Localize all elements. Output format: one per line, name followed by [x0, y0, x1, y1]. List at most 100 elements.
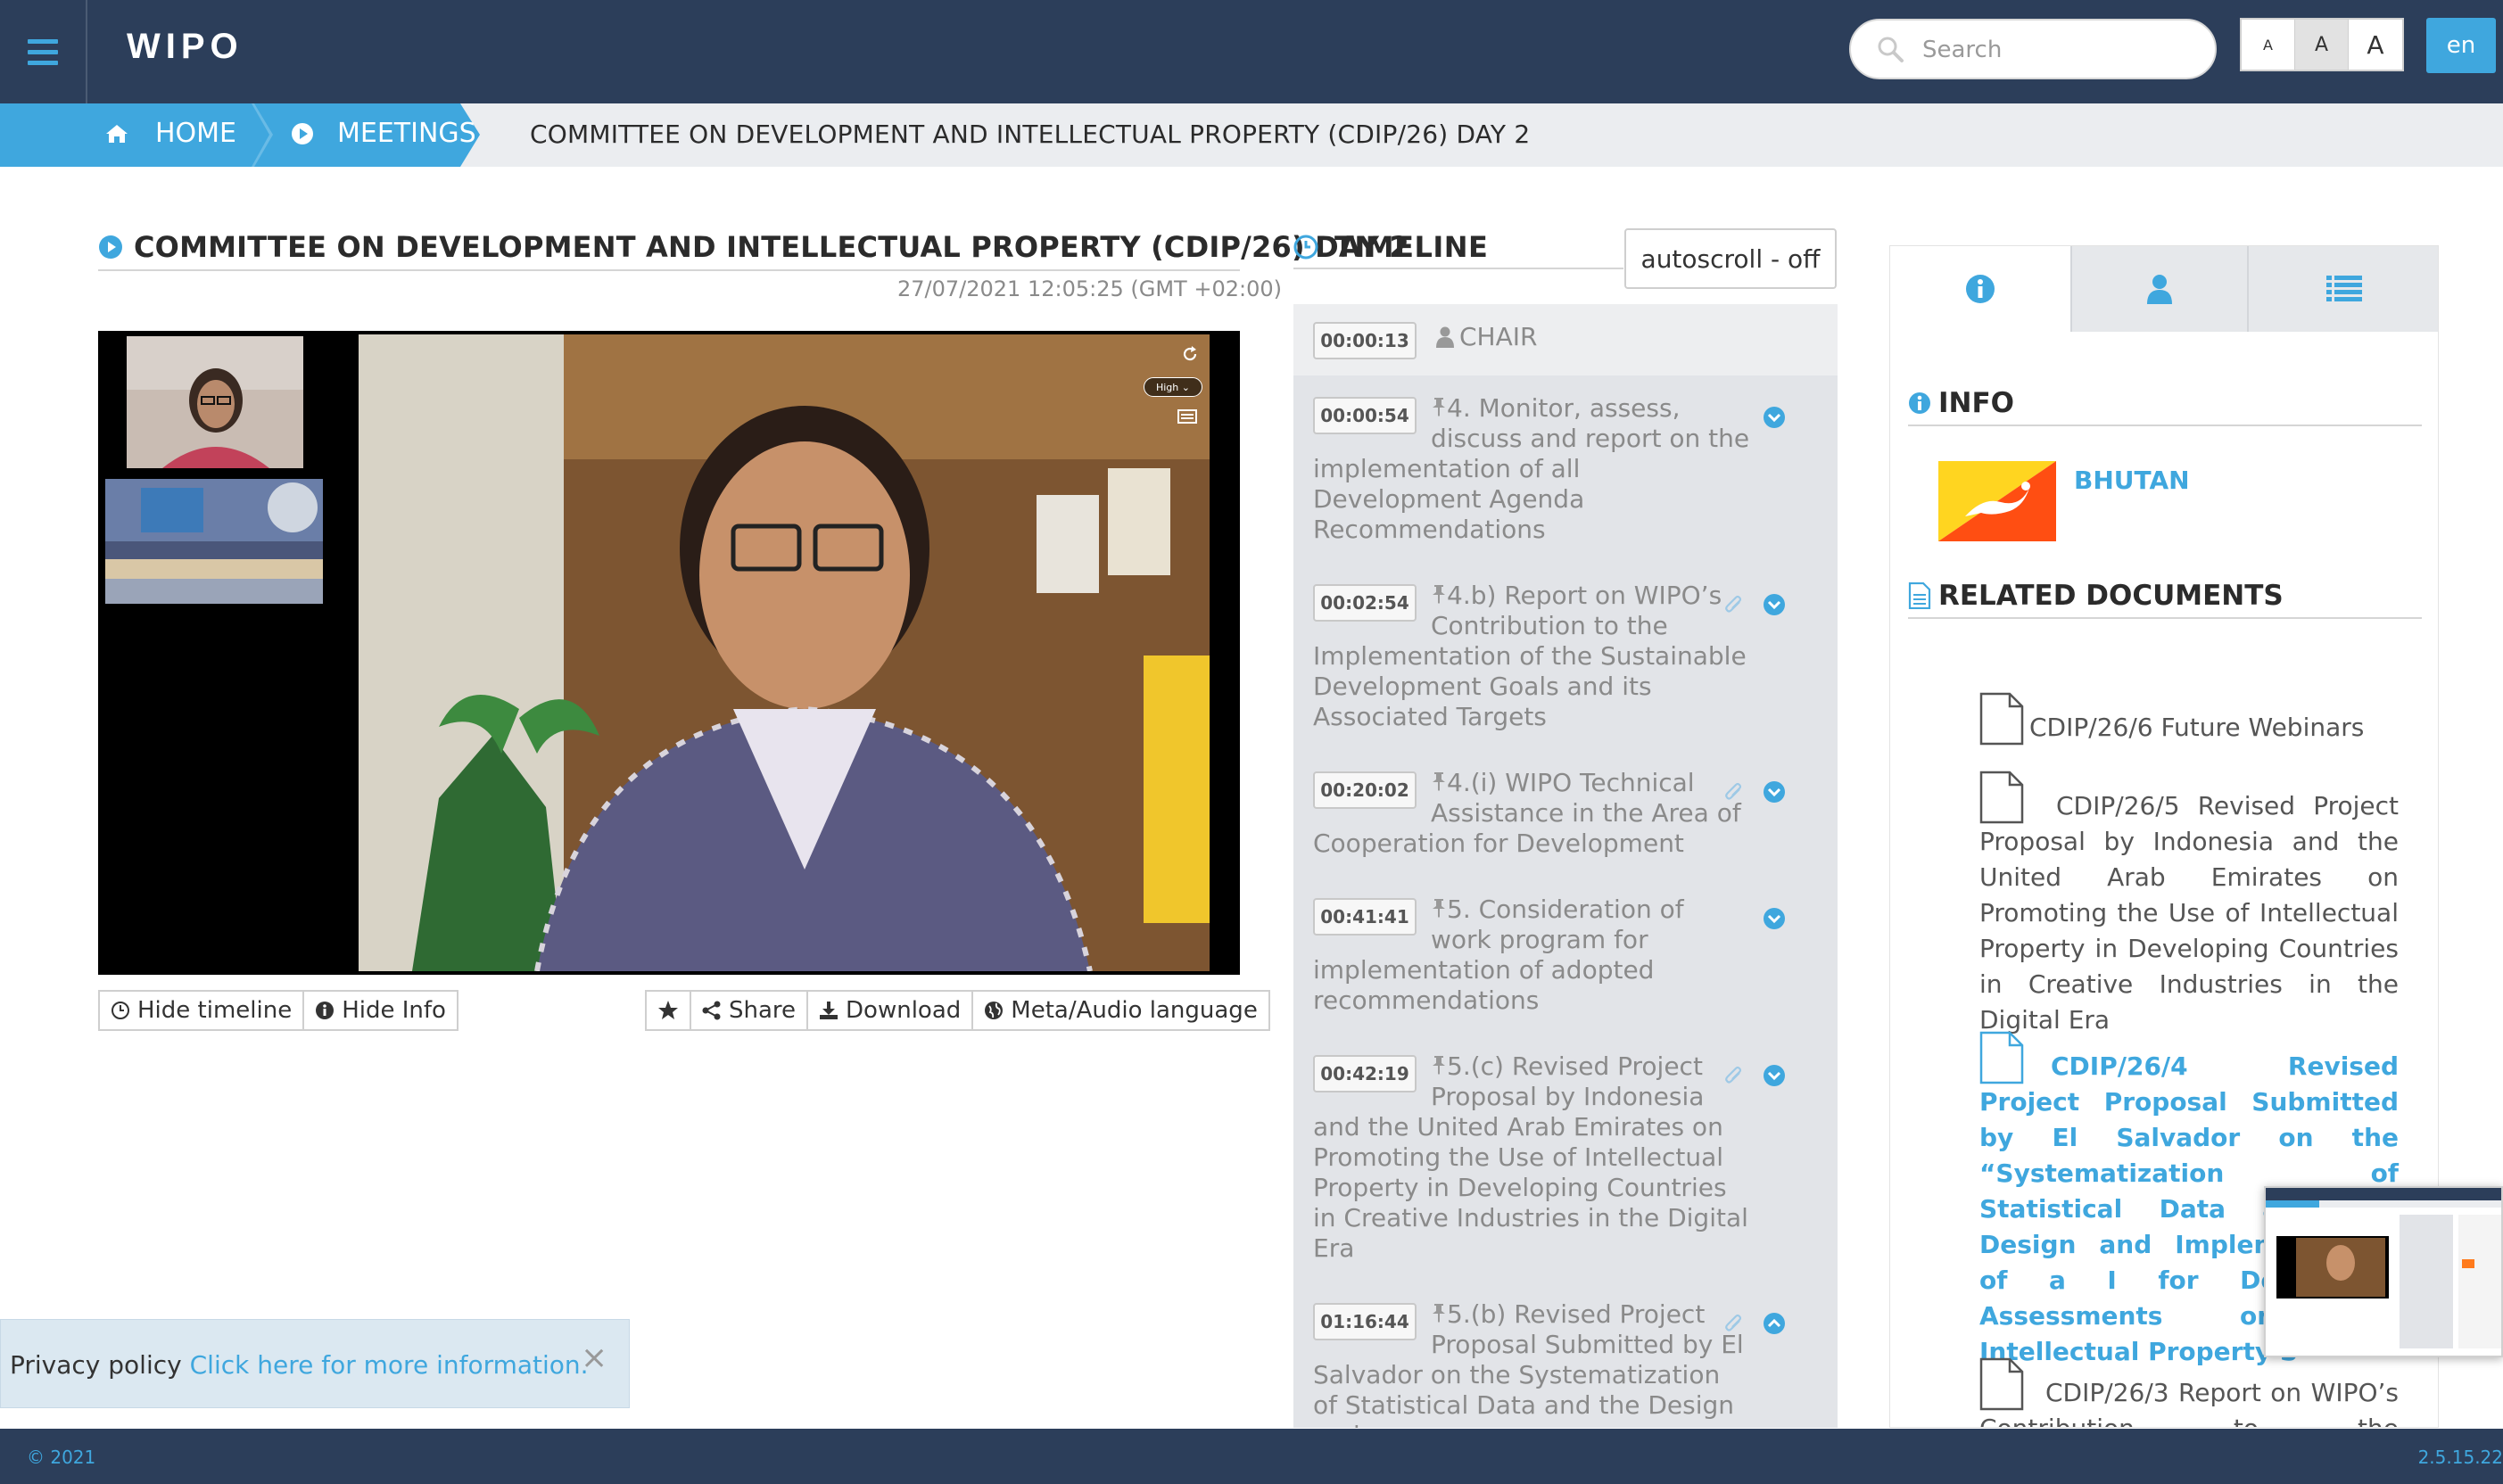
- refresh-icon[interactable]: [1181, 345, 1199, 363]
- related-document[interactable]: CDIP/26/6 Future Webinars: [1979, 692, 2399, 746]
- pin-icon: [1433, 1304, 1445, 1323]
- agenda-item-title: 4. Monitor, assess,: [1447, 393, 1681, 423]
- info-heading: INFO: [1908, 387, 2014, 419]
- info-icon: [1909, 392, 1930, 414]
- language-button[interactable]: en: [2426, 18, 2496, 73]
- agenda-item-title-rest: Assistance in the Area of Cooperation fo…: [1313, 798, 1741, 858]
- hide-info-button[interactable]: Hide Info: [304, 992, 457, 1029]
- close-icon[interactable]: ×: [581, 1340, 607, 1376]
- privacy-link[interactable]: Click here for more information.: [190, 1350, 589, 1380]
- chevron-down-icon[interactable]: [1763, 907, 1786, 930]
- top-bar: WIPO A A A en: [0, 0, 2503, 103]
- breadcrumb-meetings-label: MEETINGS: [337, 118, 476, 149]
- agenda-item-title: 5.(c) Revised Project: [1447, 1051, 1703, 1081]
- timeline-chair-row[interactable]: 00:00:13 CHAIR: [1293, 304, 1838, 375]
- speaker-role: CHAIR: [1459, 322, 1538, 351]
- player-controls: High ⌄: [1140, 342, 1202, 431]
- screenshot-preview-thumbnail[interactable]: [2264, 1186, 2503, 1357]
- footer: © 2021 2.5.15.22: [0, 1429, 2503, 1484]
- timeline-header: TIMELINE: [1293, 230, 1488, 264]
- conference-room-image: [105, 479, 323, 604]
- chevron-down-icon[interactable]: [1763, 1064, 1786, 1087]
- hide-timeline-button[interactable]: Hide timeline: [100, 992, 305, 1029]
- timeline-title: TIMELINE: [1334, 230, 1489, 264]
- paperclip-icon[interactable]: [1723, 1064, 1745, 1087]
- font-medium-button[interactable]: A: [2295, 20, 2349, 70]
- tab-agenda-list[interactable]: [2249, 246, 2438, 332]
- video-actions-group: Share Download Meta/Audio language: [645, 990, 1270, 1031]
- autoscroll-toggle[interactable]: autoscroll - off: [1624, 228, 1837, 289]
- star-icon: [658, 1001, 678, 1019]
- copyright: © 2021: [27, 1447, 96, 1468]
- timestamp-badge[interactable]: 00:00:13: [1313, 322, 1417, 359]
- conference-room-thumbnail[interactable]: [105, 479, 323, 604]
- breadcrumb-current: COMMITTEE ON DEVELOPMENT AND INTELLECTUA…: [530, 120, 1531, 149]
- file-icon: [1979, 771, 2024, 824]
- agenda-item-title: 4.b) Report on WIPO’s: [1447, 581, 1722, 610]
- agenda-item-title-rest: Contribution to the Implementation of th…: [1313, 611, 1747, 731]
- home-icon: [106, 124, 128, 143]
- pin-icon: [1433, 1056, 1445, 1075]
- privacy-banner: Privacy policy Click here for more infor…: [0, 1319, 630, 1408]
- breadcrumb-home[interactable]: HOME: [105, 118, 236, 149]
- document-title: CDIP/26/5 Revised Project Proposal by In…: [1979, 791, 2399, 1035]
- pin-icon: [1433, 899, 1445, 918]
- view-toggle-group: Hide timeline Hide Info: [98, 990, 458, 1031]
- clock-icon: [112, 1002, 129, 1019]
- video-player[interactable]: High ⌄: [98, 331, 1240, 975]
- clock-icon: [1293, 235, 1318, 260]
- user-icon: [1436, 326, 1454, 348]
- menu-icon[interactable]: [0, 0, 87, 103]
- wipo-logo[interactable]: WIPO: [127, 27, 244, 67]
- privacy-label: Privacy policy: [10, 1350, 182, 1380]
- breadcrumb-home-label: HOME: [155, 118, 237, 149]
- chevron-down-icon[interactable]: [1763, 406, 1786, 429]
- divider: [98, 269, 1240, 271]
- agenda-item-title-rest: Proposal Submitted by El Salvador on the…: [1313, 1330, 1744, 1428]
- download-icon: [820, 1002, 838, 1019]
- font-large-button[interactable]: A: [2349, 20, 2402, 70]
- pin-icon: [1433, 772, 1445, 791]
- breadcrumb: HOME MEETINGS COMMITTEE ON DEVELOPMENT A…: [0, 103, 2503, 167]
- info-icon: [316, 1002, 335, 1019]
- divider: [1908, 425, 2422, 426]
- chevron-up-icon[interactable]: [1763, 1312, 1786, 1335]
- timeline-list[interactable]: 00:00:13 CHAIR 00:00:54 4. Monitor, asse…: [1293, 304, 1838, 1428]
- info-icon: [1966, 275, 1995, 303]
- search-input[interactable]: [1922, 29, 2199, 70]
- paperclip-icon[interactable]: [1723, 593, 1745, 616]
- search-icon: [1878, 37, 1904, 62]
- tab-speakers[interactable]: [2072, 246, 2249, 332]
- breadcrumb-meetings[interactable]: MEETINGS: [291, 118, 476, 149]
- favorite-button[interactable]: [647, 992, 691, 1029]
- search-box[interactable]: [1849, 19, 2217, 79]
- related-document[interactable]: CDIP/26/5 Revised Project Proposal by In…: [1979, 771, 2399, 1038]
- captions-icon[interactable]: [1177, 409, 1197, 424]
- tab-info[interactable]: [1890, 246, 2072, 332]
- download-button[interactable]: Download: [808, 992, 974, 1029]
- related-documents-heading: RELATED DOCUMENTS: [1908, 580, 2284, 612]
- quality-select[interactable]: High ⌄: [1144, 377, 1202, 397]
- chevron-down-icon[interactable]: [1763, 593, 1786, 616]
- agenda-item-title-rest: Proposal by Indonesia and the United Ara…: [1313, 1082, 1748, 1263]
- chevron-down-icon[interactable]: [1763, 780, 1786, 804]
- font-small-button[interactable]: A: [2242, 20, 2295, 70]
- share-button[interactable]: Share: [691, 992, 809, 1029]
- play-circle-icon: [292, 122, 313, 144]
- speaker-video[interactable]: High ⌄: [359, 334, 1210, 971]
- participant-thumbnail[interactable]: [127, 336, 303, 468]
- document-title: CDIP/26/3 Report on WIPO’s Contribution …: [1979, 1378, 2399, 1427]
- paperclip-icon[interactable]: [1723, 780, 1745, 804]
- file-icon: [1979, 692, 2024, 746]
- related-document[interactable]: CDIP/26/3 Report on WIPO’s Contribution …: [1979, 1357, 2399, 1427]
- pin-icon: [1433, 585, 1445, 604]
- country-name[interactable]: BHUTAN: [2074, 466, 2190, 495]
- paperclip-icon[interactable]: [1723, 1312, 1745, 1335]
- meeting-timestamp: 27/07/2021 12:05:25 (GMT +02:00): [897, 276, 1282, 301]
- meta-audio-language-button[interactable]: Meta/Audio language: [973, 992, 1268, 1029]
- file-icon: [1979, 1031, 2024, 1084]
- speaker-image: [359, 334, 1210, 971]
- meeting-title: COMMITTEE ON DEVELOPMENT AND INTELLECTUA…: [134, 230, 1409, 264]
- globe-icon: [985, 1002, 1004, 1019]
- agenda-item-title: 5.(b) Revised Project: [1447, 1299, 1706, 1329]
